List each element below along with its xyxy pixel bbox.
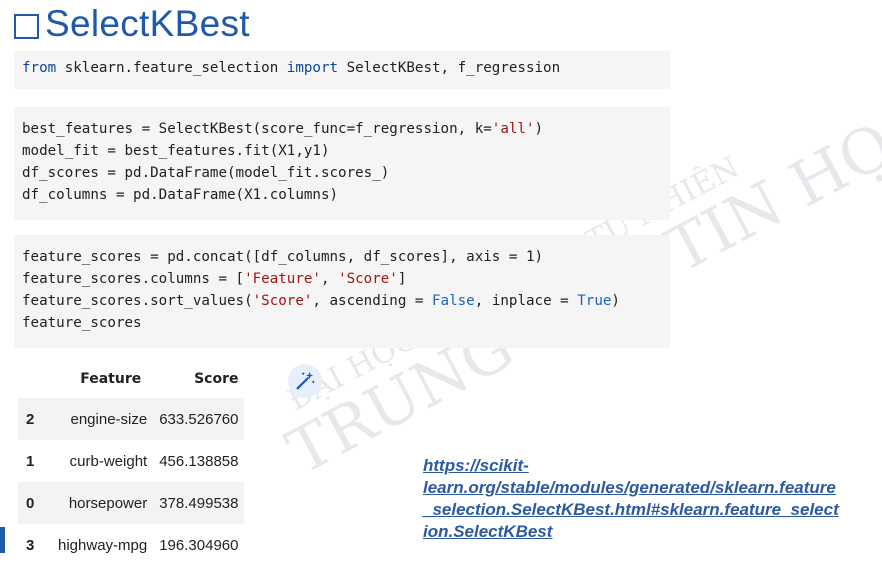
documentation-link[interactable]: https://scikit- learn.org/stable/modules…	[423, 455, 871, 543]
code-token: from	[22, 60, 57, 76]
code-token: model_fit = best_features.fit(X1,y1)	[22, 143, 330, 159]
code-token: 'Score'	[338, 271, 398, 287]
code-token: feature_scores = pd.concat([df_columns, …	[22, 249, 544, 265]
code-line: best_features = SelectKBest(score_func=f…	[22, 118, 662, 140]
dataframe-index-header	[18, 360, 52, 398]
code-line: feature_scores	[22, 312, 662, 334]
row-index: 0	[18, 482, 52, 524]
code-token: 'Score'	[252, 293, 313, 309]
table-row: 0 horsepower 378.499538	[18, 482, 245, 524]
code-line: model_fit = best_features.fit(X1,y1)	[22, 140, 662, 162]
code-token: , inplace =	[474, 293, 578, 309]
table-row: 1 curb-weight 456.138858	[18, 440, 244, 482]
code-token: ,	[320, 271, 339, 287]
code-token: feature_scores	[22, 315, 142, 331]
code-line: df_scores = pd.DataFrame(model_fit.score…	[22, 162, 662, 184]
row-index: 3	[26, 536, 35, 554]
row-index: 2	[18, 398, 52, 440]
score-cell: 456.138858	[159, 452, 239, 470]
code-token: df_scores = pd.DataFrame(model_fit.score…	[22, 165, 390, 181]
code-cell-import[interactable]: from sklearn.feature_selection import Se…	[14, 51, 670, 89]
score-cell: 633.526760	[153, 398, 245, 440]
output-dataframe: Feature Score 2 engine-size 633.526760 1…	[18, 360, 245, 566]
link-line[interactable]: _selection.SelectKBest.html#sklearn.feat…	[423, 499, 871, 521]
code-token: 'all'	[491, 121, 535, 137]
code-line: from sklearn.feature_selection import Se…	[22, 57, 662, 79]
dataframe-column-header-score: Score	[194, 371, 239, 387]
score-cell: 378.499538	[153, 482, 245, 524]
code-token: SelectKBest, f_regression	[338, 60, 561, 76]
feature-cell: engine-size	[52, 398, 154, 440]
table-row: 3 highway-mpg 196.304960	[18, 524, 244, 566]
code-token: import	[286, 60, 339, 76]
link-line[interactable]: learn.org/stable/modules/generated/sklea…	[423, 477, 871, 499]
code-token: 'Feature'	[244, 271, 321, 287]
code-token: True	[577, 293, 612, 309]
code-line: feature_scores.columns = ['Feature', 'Sc…	[22, 268, 662, 290]
code-token: best_features = SelectKBest(score_func=f…	[22, 121, 492, 137]
magic-wand-button[interactable]	[288, 364, 322, 398]
code-cell-feature-scores[interactable]: feature_scores = pd.concat([df_columns, …	[14, 235, 670, 348]
feature-cell: horsepower	[52, 482, 154, 524]
code-token: df_columns = pd.DataFrame(X1.columns)	[22, 187, 339, 203]
slide-edge-accent	[0, 527, 5, 553]
code-token: )	[534, 121, 544, 137]
code-cell-selectkbest[interactable]: best_features = SelectKBest(score_func=f…	[14, 107, 670, 220]
code-line: df_columns = pd.DataFrame(X1.columns)	[22, 184, 662, 206]
feature-cell: curb-weight	[69, 452, 148, 470]
magic-wand-icon	[296, 371, 316, 390]
code-token: sklearn.feature_selection	[56, 60, 287, 76]
link-line[interactable]: https://scikit-	[423, 455, 871, 477]
dataframe-column-header-feature: Feature	[80, 371, 142, 387]
code-token: , ascending =	[312, 293, 433, 309]
code-line: feature_scores = pd.concat([df_columns, …	[22, 246, 662, 268]
code-token: ]	[397, 271, 407, 287]
code-token: feature_scores.sort_values(	[22, 293, 253, 309]
score-cell: 196.304960	[159, 536, 239, 554]
table-row: 2 engine-size 633.526760	[18, 398, 245, 440]
code-line: feature_scores.sort_values('Score', asce…	[22, 290, 662, 312]
code-token: feature_scores.columns = [	[22, 271, 245, 287]
slide-title: SelectKBest	[14, 0, 250, 48]
code-token: False	[432, 293, 475, 309]
feature-cell: highway-mpg	[58, 536, 148, 554]
link-line[interactable]: ion.SelectKBest	[423, 521, 871, 543]
checkbox-square-icon	[14, 13, 39, 39]
row-index: 1	[26, 452, 35, 470]
dataframe-header-row: Feature Score	[18, 360, 244, 398]
code-token: )	[611, 293, 620, 309]
slide-title-text: SelectKBest	[45, 3, 250, 44]
